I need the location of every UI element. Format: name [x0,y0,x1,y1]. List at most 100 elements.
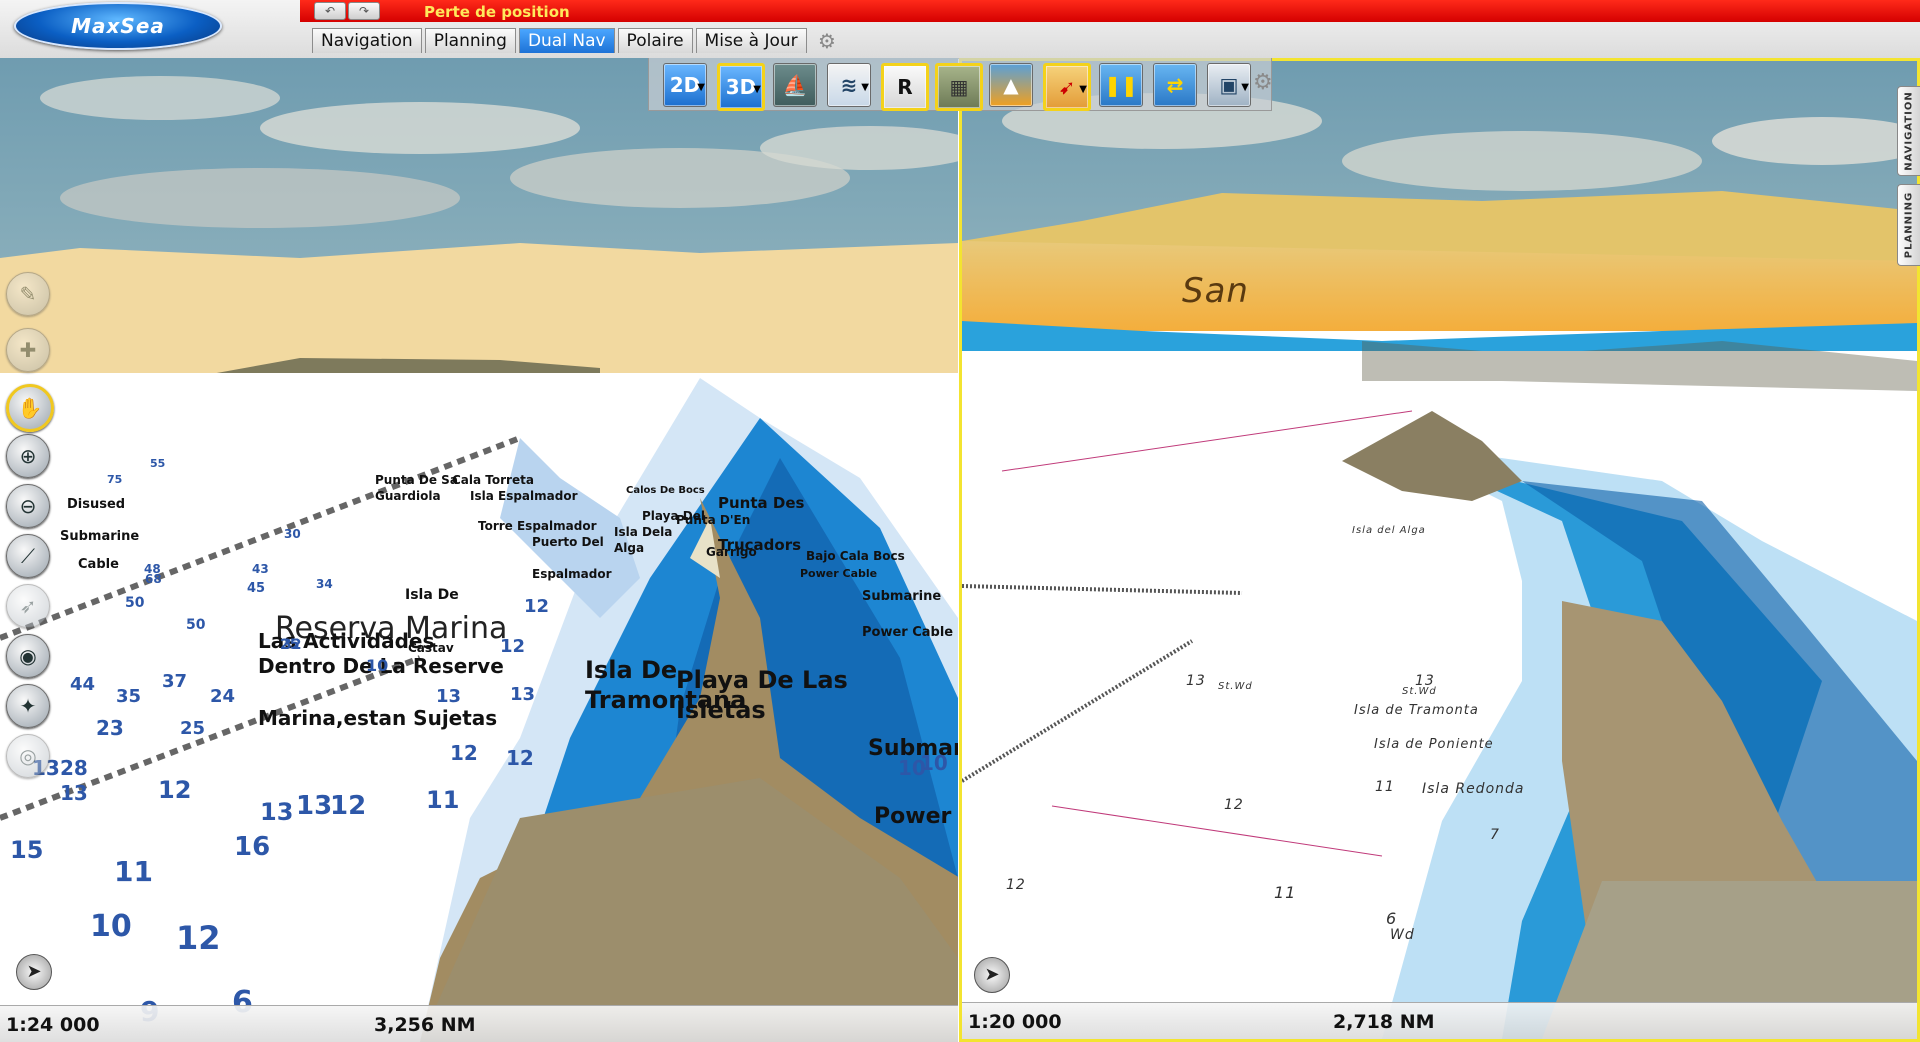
chevron-down-icon: ▼ [1241,82,1249,93]
image-overlay-icon: ▣ [1219,73,1239,97]
chevron-down-icon: ▼ [1079,84,1087,95]
raster-icon: R [897,75,913,99]
3d-view-button[interactable]: 3D ▼ [717,63,765,111]
settings-gear-icon[interactable]: ⚙ [818,29,836,53]
map-label: Disused [67,497,126,512]
2d-view-button[interactable]: 2D ▼ [663,63,707,107]
exaggeration-button[interactable]: ➹ ▼ [1043,63,1091,111]
relief-shading-icon: ▲ [1003,73,1019,97]
place-label: San [1182,271,1249,311]
map-label: Punta Des [718,494,805,512]
map-label: Submarine [60,529,140,544]
gears-icon[interactable]: ⚙ [1253,70,1273,95]
tab-planning[interactable]: Planning [424,28,516,53]
redo-icon[interactable]: ↷ [348,2,380,20]
tab-dual-nav[interactable]: Dual Nav [518,28,615,53]
map-label: Playa De Las [676,666,848,694]
side-tab-planning[interactable]: PLANNING [1897,184,1920,266]
map-label: Marina,estan Sujetas [258,706,498,730]
depth-sounding: 15 [10,836,44,864]
depth-sounding: 43 [252,562,269,576]
undo-icon[interactable]: ↶ [314,2,346,20]
left-status-bar: 1:24 000 3,256 NM [0,1005,958,1042]
tide-button[interactable]: ❚❚ [1099,63,1143,107]
route-icon[interactable]: ✎ [6,272,50,316]
map-label: Bajo Cala Bocs [806,549,905,563]
map-label: Trucadors [718,536,802,554]
chart-sounding: 11 [1274,883,1297,902]
depth-sounding: 13 [296,791,333,821]
map-label: Power Cable [800,567,878,580]
north-arrow-icon[interactable]: ➤ [974,957,1010,993]
left-chart-pane[interactable]: Reserva Marina Las Actividades Dentro De… [0,58,958,1042]
ruler-icon[interactable]: ⟋ [6,534,50,578]
chart-sounding: 12 [1224,797,1244,813]
heading-icon[interactable]: ➶ [6,584,50,628]
side-tab-navigation[interactable]: NAVIGATION [1897,86,1920,176]
zoom-out-icon[interactable]: ⊖ [6,484,50,528]
depth-sounding: 30 [284,527,301,541]
boat-heading-icon: ⛵ [782,73,808,97]
chart-sounding: 6 [1386,909,1398,928]
depth-sounding: 10 [898,756,926,780]
depth-sounding: 44 [70,674,96,695]
map-label: Isla Espalmador [470,489,578,503]
depth-sounding: 11 [114,855,153,888]
pan-hand-icon[interactable]: ✋ [6,384,54,432]
tab-navigation[interactable]: Navigation [312,28,422,53]
depth-sounding: 24 [210,686,236,707]
current-button[interactable]: ⇄ [1153,63,1197,107]
chart-sounding: St.Wd [1402,686,1437,697]
chevron-down-icon: ▼ [697,82,705,93]
place-label: Isla de Poniente [1374,737,1494,752]
ebl-vrm-icon[interactable]: ◎ [6,734,50,778]
chevron-down-icon: ▼ [861,82,869,93]
chart-sounding: St.Wd [1218,681,1253,692]
map-label: Power Cable [862,625,954,640]
chart-sounding: 11 [1375,779,1395,795]
right-chart-pane[interactable]: San Isla de Tramonta Isla de Poniente Is… [959,58,1920,1042]
mark-icon[interactable]: ✚ [6,328,50,372]
current-arrows-icon: ⇄ [1166,73,1184,97]
chart-sounding: 13 [1186,673,1206,689]
depth-sounding: 35 [116,686,142,707]
overlay-button[interactable]: ▣ ▼ [1207,63,1251,107]
chart-sounding: 7 [1490,827,1500,843]
tab-polaire[interactable]: Polaire [617,28,693,53]
right-scale: 1:20 000 [968,1011,1062,1033]
depth-sounding: 25 [180,718,206,739]
map-label: Castav [408,641,454,655]
boat-3d-icon: 3D [725,75,757,99]
side-tab-label: PLANNING [1903,191,1915,259]
status-message: Perte de position [424,3,570,21]
map-label: Punta De Sa [375,473,458,487]
depth-sounding: 12 [506,746,534,770]
chart-sounding: 12 [1006,877,1026,893]
chart-type-button[interactable]: ≋ ▼ [827,63,871,107]
raster-button[interactable]: R [881,63,929,111]
depth-sounding: 13 [260,798,294,826]
right-distance: 2,718 NM [1333,1011,1435,1033]
center-boat-icon[interactable]: ◉ [6,634,50,678]
maxsea-logo: MaxSea [14,2,222,50]
right-status-bar: 1:20 000 2,718 NM [962,1002,1917,1039]
satellite-photo-icon: ▦ [949,75,969,99]
compass-rose-icon[interactable]: ✦ [6,684,50,728]
relief-button[interactable]: ▲ [989,63,1033,107]
left-scale: 1:24 000 [6,1014,100,1036]
north-arrow-icon[interactable]: ➤ [16,954,52,990]
tab-mise-a-jour[interactable]: Mise à Jour [695,28,807,53]
head-up-button[interactable]: ⛵ [773,63,817,107]
zoom-in-icon[interactable]: ⊕ [6,434,50,478]
depth-sounding: 68 [145,572,162,586]
depth-sounding: 12 [524,596,550,617]
depth-sounding: 13 [436,686,462,707]
depth-sounding: 45 [247,581,266,596]
chart-toolbar: 2D ▼ 3D ▼ ⛵ ≋ ▼ R ▦ ▲ ➹ ▼ ❚❚ ⇄ ▣ ▼ ⚙ [648,58,1273,111]
depth-sounding: 23 [96,716,124,740]
depth-sounding: 11 [426,786,460,814]
depth-sounding: 12 [500,636,526,657]
photo-fusion-button[interactable]: ▦ [935,63,983,111]
depth-sounding: 12 [176,919,221,957]
tide-gauge-icon: ❚❚ [1104,73,1138,97]
